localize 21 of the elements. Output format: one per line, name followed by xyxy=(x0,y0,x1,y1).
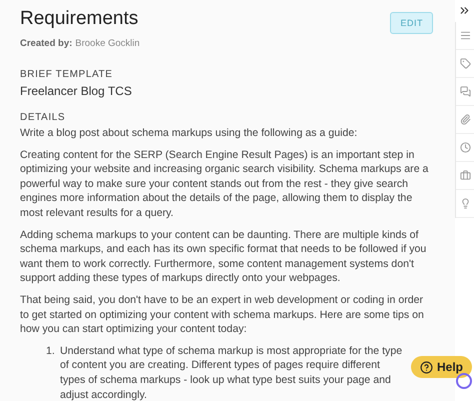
paperclip-icon[interactable] xyxy=(460,114,470,125)
section-label: BRIEF TEMPLATE xyxy=(20,69,114,80)
tag-icon[interactable] xyxy=(460,58,470,69)
section-label: DETAILS xyxy=(20,112,66,123)
collapse-icon[interactable] xyxy=(458,4,471,17)
lightbulb-icon[interactable] xyxy=(460,198,470,209)
paragraph: Adding schema markups to your content can be daunting. There are multiple kinds of schema markups, and each has its own specific format that needs to be followed if you want them to work correctly. Furthermore, some content management systems don't support adding these types of markups directly onto your webpages. xyxy=(20,228,428,286)
help-button[interactable]: Help xyxy=(411,356,472,378)
page-title: Requirements xyxy=(20,8,138,30)
paragraph: That being said, you don't have to be an expert in web development or coding in order to get started on optimizing your content with schema markups. Here are some tips on how you can start optimizing your content today: xyxy=(20,292,425,337)
briefcase-icon[interactable] xyxy=(460,170,470,181)
created-by: Created by: Brooke Gocklin xyxy=(20,38,141,49)
paragraph: Creating content for the SERP (Search Engine Result Pages) is an important step in optimizing your website and increasing organic search visibility. Schema markups are a powerful way to make sure your content stands out from the rest - they give search engines more information about the details of the page, allowing them to display the most relevant results for a query. xyxy=(20,148,430,221)
paragraph: Write a blog post about schema markups using the following as a guide: xyxy=(20,126,358,141)
help-icon xyxy=(420,360,433,374)
list-icon[interactable] xyxy=(460,30,470,41)
clock-icon[interactable] xyxy=(460,142,470,153)
list-number: 1. xyxy=(46,344,56,359)
template-name: Freelancer Blog TCS xyxy=(20,84,133,98)
list-item-text: Understand what type of schema markup is most appropriate for the type of content you are creating. Different types of pages require different types of schema markups - look up what type best suits your page and adjust accordingly. xyxy=(60,344,403,401)
chat-icon[interactable] xyxy=(460,86,470,97)
